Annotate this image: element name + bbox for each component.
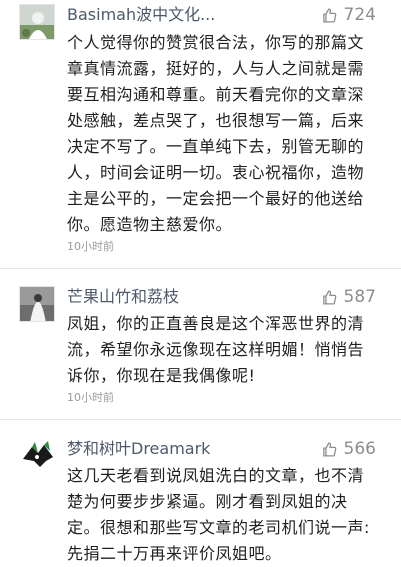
like-count: 724 (343, 5, 376, 25)
comment-time: 10小时前 (67, 391, 114, 404)
username[interactable]: Basimah波中文化... (67, 5, 215, 25)
divider (0, 268, 401, 269)
divider (0, 419, 401, 420)
thumbs-up-icon (321, 289, 338, 306)
comment-text: 这几天老看到说凤姐洗白的文章，也不清楚为何要步步紧逼。刚才看到凤姐的决定。很想和… (67, 466, 370, 563)
like-button[interactable]: 566 (321, 439, 376, 459)
username[interactable]: 梦和树叶Dreamark (67, 439, 210, 459)
avatar[interactable] (19, 436, 55, 472)
like-button[interactable]: 587 (321, 287, 376, 307)
thumbs-up-icon (321, 441, 338, 458)
avatar[interactable] (19, 286, 55, 322)
like-count: 587 (343, 287, 376, 307)
like-count: 566 (343, 439, 376, 459)
like-button[interactable]: 724 (321, 5, 376, 25)
username[interactable]: 芒果山竹和荔枝 (67, 287, 179, 307)
comment-time: 10小时前 (67, 240, 114, 253)
comment-text: 个人觉得你的赞赏很合法，你写的那篇文章真情流露，挺好的，人与人之间就是需要互相沟… (67, 33, 365, 234)
thumbs-up-icon (321, 7, 338, 24)
avatar[interactable] (19, 4, 55, 40)
comment-text: 凤姐，你的正直善良是这个浑恶世界的清流，希望你永远像现在这样明媚！悄悄告诉你，你… (67, 314, 365, 385)
